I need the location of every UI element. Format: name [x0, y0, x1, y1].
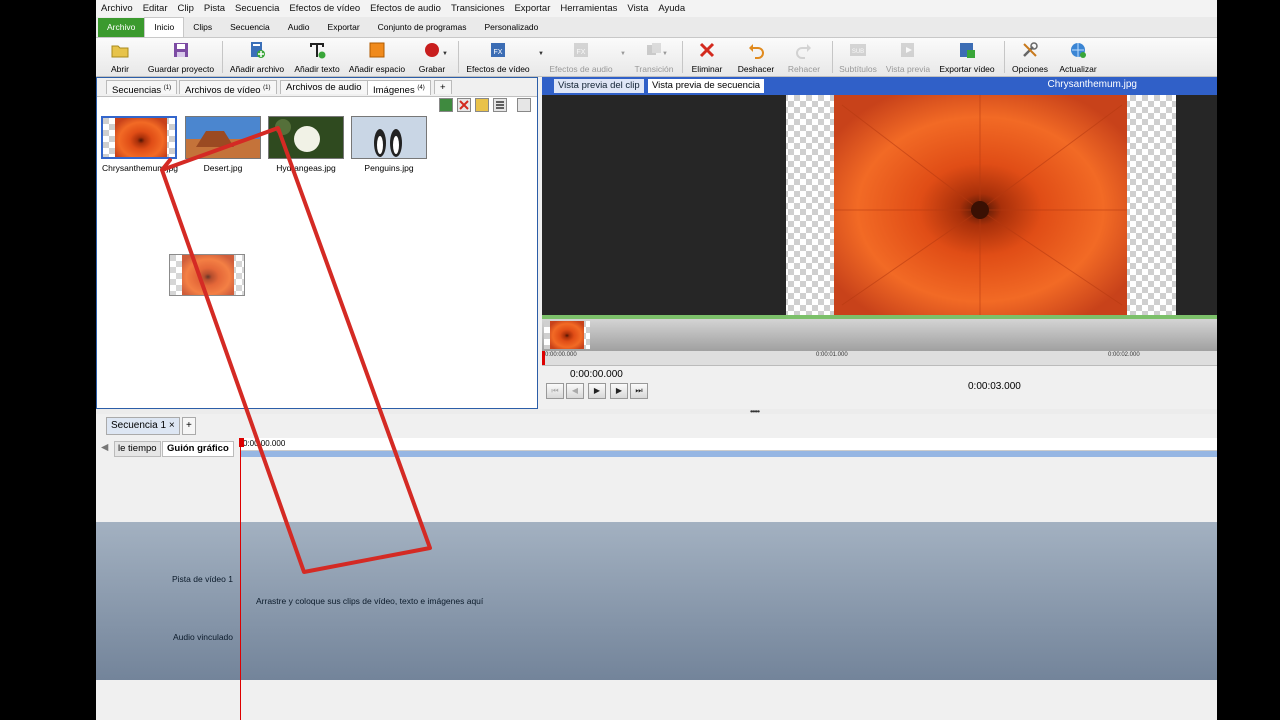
red-drag-outline — [160, 126, 432, 574]
red-drag-annotation — [160, 126, 432, 574]
app-window: Archivo Editar Clip Pista Secuencia Efec… — [96, 0, 1217, 720]
